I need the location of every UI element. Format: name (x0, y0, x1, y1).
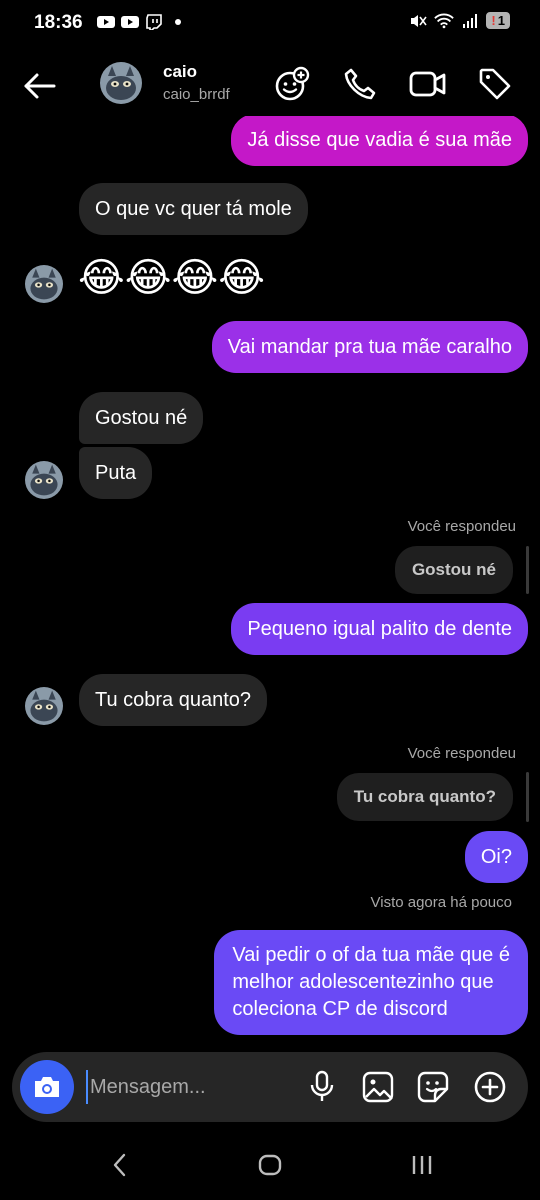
battery-indicator: ! 1 (486, 12, 510, 29)
contact-name[interactable]: caio (163, 62, 197, 82)
effects-button[interactable] (272, 64, 312, 104)
wifi-icon (434, 13, 455, 29)
message-list[interactable]: Já disse que vadia é sua mãe O que vc qu… (0, 116, 540, 1050)
message-outgoing[interactable]: Oi? (464, 831, 528, 883)
sticker-button[interactable] (415, 1069, 451, 1105)
reply-quote[interactable]: Tu cobra quanto? (336, 773, 513, 821)
message-outgoing[interactable]: Vai mandar pra tua mãe caralho (211, 321, 528, 373)
reply-label: Você respondeu (407, 518, 516, 535)
nav-home-button[interactable] (250, 1148, 290, 1182)
contact-username[interactable]: caio_brrdf (163, 86, 230, 103)
notification-icons (96, 14, 188, 30)
sender-avatar[interactable] (25, 265, 63, 303)
image-icon (362, 1071, 394, 1103)
video-camera-icon (409, 71, 446, 97)
more-button[interactable] (472, 1069, 508, 1105)
microphone-icon (310, 1070, 334, 1101)
message-line: Vai pedir o of da tua mãe que é (232, 944, 510, 966)
reply-bar (526, 772, 529, 822)
message-line: coleciona CP de discord (232, 998, 448, 1020)
twitch-icon (144, 14, 164, 30)
gallery-button[interactable] (360, 1069, 396, 1105)
tag-icon (479, 68, 511, 100)
seen-status: Visto agora há pouco (370, 894, 513, 911)
emoji-plus-icon (275, 66, 310, 101)
message-incoming[interactable]: O que vc quer tá mole (79, 183, 308, 235)
chat-header: caio caio_brrdf (0, 54, 540, 116)
back-button[interactable] (20, 66, 60, 106)
youtube-icon (96, 14, 116, 30)
message-outgoing[interactable]: Já disse que vadia é sua mãe (231, 116, 528, 166)
dot-icon (168, 14, 188, 30)
sticker-icon (417, 1071, 449, 1103)
message-emoji[interactable]: 😂😂😂😂 (78, 254, 265, 302)
camera-button[interactable] (20, 1060, 74, 1114)
battery-warning-icon: ! (491, 13, 496, 28)
message-outgoing[interactable]: Vai pedir o of da tua mãe que é melhor a… (214, 930, 528, 1035)
reply-bar (526, 546, 529, 594)
youtube-icon (120, 14, 140, 30)
microphone-button[interactable] (304, 1069, 340, 1105)
phone-icon (344, 68, 376, 100)
nav-recents-button[interactable] (402, 1148, 442, 1182)
system-nav-bar (0, 1130, 540, 1200)
message-incoming[interactable]: Tu cobra quanto? (79, 674, 268, 726)
reply-quote[interactable]: Gostou né (394, 546, 513, 594)
video-call-button[interactable] (408, 64, 448, 104)
contact-avatar[interactable] (100, 62, 142, 104)
camera-icon (35, 1077, 59, 1097)
status-bar: 18:36 ! 1 (0, 0, 540, 48)
message-outgoing[interactable]: Pequeno igual palito de dente (231, 603, 528, 655)
message-line: melhor adolescentezinho que (232, 971, 494, 993)
system-icons: ! 1 (408, 12, 510, 29)
message-input[interactable] (86, 1070, 286, 1104)
battery-level: 1 (497, 13, 505, 28)
chevron-left-icon (113, 1153, 126, 1177)
nav-back-button[interactable] (100, 1148, 140, 1182)
mute-icon (408, 13, 428, 29)
tag-button[interactable] (475, 64, 515, 104)
signal-icon (460, 13, 480, 29)
message-incoming[interactable]: Puta (79, 447, 153, 499)
call-button[interactable] (340, 64, 380, 104)
home-icon (258, 1154, 282, 1176)
message-composer (12, 1052, 528, 1122)
recents-icon (412, 1156, 432, 1174)
status-time: 18:36 (34, 12, 83, 33)
message-incoming[interactable]: Gostou né (79, 392, 204, 444)
arrow-left-icon (24, 73, 56, 99)
sender-avatar[interactable] (25, 461, 63, 499)
plus-circle-icon (474, 1071, 506, 1103)
reply-label: Você respondeu (407, 745, 516, 762)
sender-avatar[interactable] (25, 687, 63, 725)
